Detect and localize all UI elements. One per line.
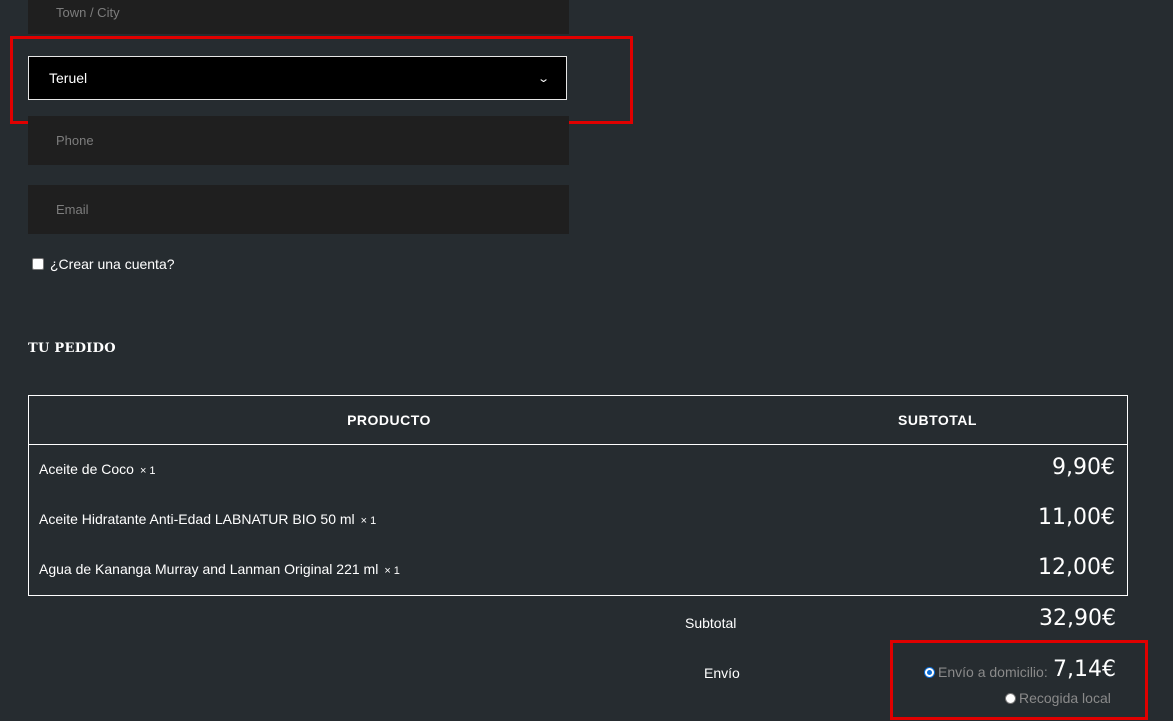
create-account-label: ¿Crear una cuenta? (50, 256, 175, 272)
shipping-label: Envío (704, 665, 740, 681)
create-account-row[interactable]: ¿Crear una cuenta? (32, 256, 175, 272)
email-input[interactable] (56, 202, 569, 217)
order-title: TU PEDIDO (28, 341, 116, 356)
order-table: PRODUCTO SUBTOTAL Aceite de Coco × 1 9,90… (28, 395, 1128, 596)
product-name-text: Aceite de Coco (39, 461, 134, 477)
product-name: Aceite Hidratante Anti-Edad LABNATUR BIO… (39, 511, 376, 527)
product-price: 9,90€ (1052, 455, 1115, 480)
product-qty: × 1 (384, 565, 400, 577)
product-name-text: Aceite Hidratante Anti-Edad LABNATUR BIO… (39, 511, 355, 527)
product-price: 11,00€ (1038, 505, 1115, 530)
column-header-product: PRODUCTO (347, 412, 431, 428)
highlight-box-province (10, 36, 633, 124)
product-qty: × 1 (360, 515, 377, 527)
table-row: Agua de Kananga Murray and Lanman Origin… (29, 545, 1127, 595)
create-account-checkbox[interactable] (32, 258, 44, 270)
table-row: Aceite Hidratante Anti-Edad LABNATUR BIO… (29, 495, 1127, 545)
product-name: Agua de Kananga Murray and Lanman Origin… (39, 561, 400, 577)
phone-field[interactable] (28, 116, 569, 165)
town-city-input[interactable] (56, 4, 569, 20)
highlight-box-shipping (890, 640, 1148, 720)
table-row: Aceite de Coco × 1 9,90€ (29, 445, 1127, 495)
subtotal-value: 32,90€ (1039, 606, 1116, 631)
subtotal-label: Subtotal (685, 615, 737, 631)
column-header-subtotal: SUBTOTAL (898, 412, 977, 428)
product-name-text: Agua de Kananga Murray and Lanman Origin… (39, 561, 379, 577)
order-table-header: PRODUCTO SUBTOTAL (29, 396, 1127, 445)
product-name: Aceite de Coco × 1 (39, 461, 156, 477)
town-city-field[interactable] (28, 0, 569, 34)
product-qty: × 1 (139, 465, 156, 477)
email-field[interactable] (28, 185, 569, 234)
product-price: 12,00€ (1038, 555, 1115, 580)
phone-input[interactable] (56, 133, 569, 148)
